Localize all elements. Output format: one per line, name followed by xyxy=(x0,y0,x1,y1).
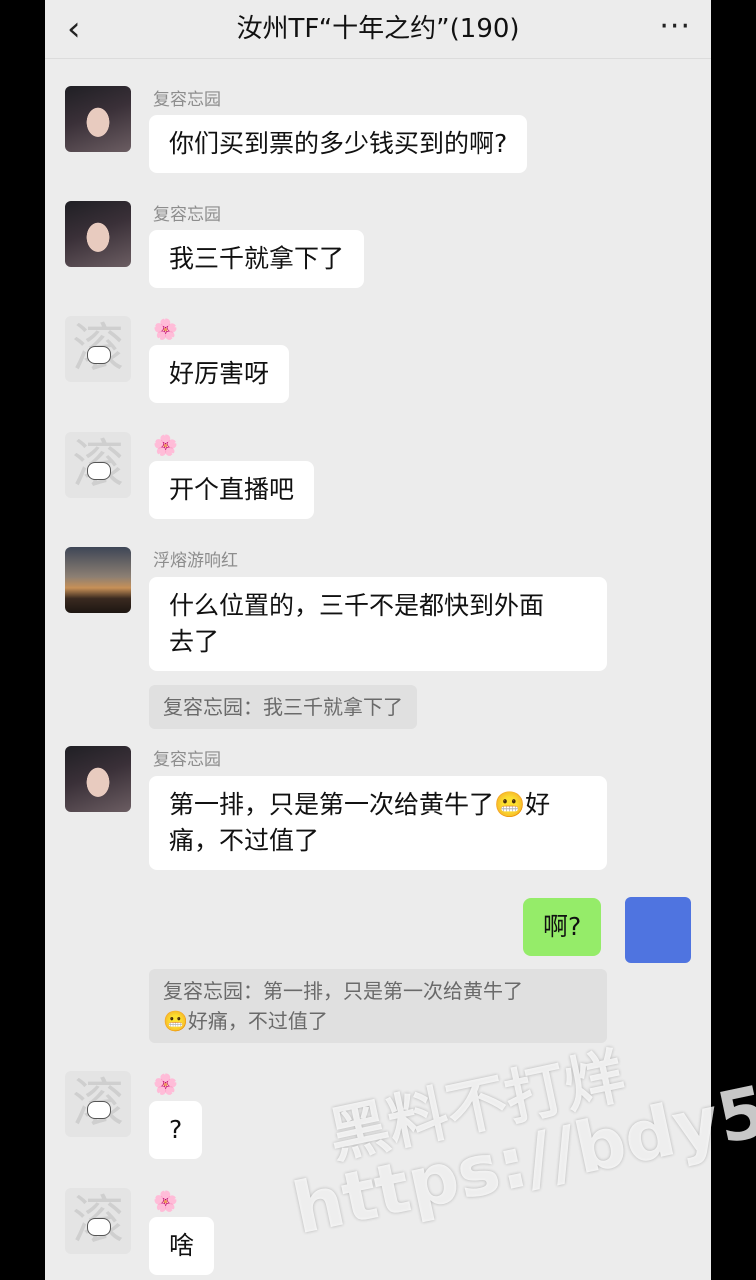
avatar[interactable]: 滚 xyxy=(65,316,131,382)
hello-kitty-icon xyxy=(87,462,111,480)
self-avatar[interactable] xyxy=(625,897,691,963)
message-line: 去了 xyxy=(169,627,220,656)
message-bubble[interactable]: 啥 xyxy=(149,1217,215,1275)
sender-name: 🌸 xyxy=(153,1072,178,1096)
avatar[interactable] xyxy=(65,746,131,812)
message-bubble[interactable]: 你们买到票的多少钱买到的啊? xyxy=(149,115,528,173)
message-bubble[interactable]: 第一排，只是第一次给黄牛了😬好 痛，不过值了 xyxy=(149,776,607,870)
sender-name: 复容忘园 xyxy=(153,750,221,770)
quoted-reply[interactable]: 复容忘园：第一排，只是第一次给黄牛了 😬好痛，不过值了 xyxy=(149,969,607,1043)
sender-name: 🌸 xyxy=(153,317,178,341)
hello-kitty-icon xyxy=(87,1101,111,1119)
avatar[interactable]: 滚 xyxy=(65,1071,131,1137)
quote-line: 😬好痛，不过值了 xyxy=(163,1009,328,1033)
message-line: 第一排，只是第一次给黄牛了😬好 xyxy=(169,790,551,819)
message-line: 痛，不过值了 xyxy=(169,826,320,855)
sender-name: 复容忘园 xyxy=(153,205,221,225)
sender-name: 复容忘园 xyxy=(153,90,221,110)
sender-name: 🌸 xyxy=(153,1189,178,1213)
message-bubble[interactable]: ? xyxy=(149,1101,203,1159)
avatar[interactable]: 滚 xyxy=(65,1188,131,1254)
more-options-icon[interactable]: ··· xyxy=(659,8,691,46)
sender-name: 浮熔游响红 xyxy=(153,551,238,571)
hello-kitty-icon xyxy=(87,346,111,364)
message-bubble-mine[interactable]: 啊? xyxy=(523,898,602,956)
message-line: 什么位置的，三千不是都快到外面 xyxy=(169,591,545,620)
message-bubble[interactable]: 什么位置的，三千不是都快到外面 去了 xyxy=(149,577,607,671)
group-title: 汝州TF“十年之约”(190) xyxy=(236,14,520,44)
quote-line: 复容忘园：第一排，只是第一次给黄牛了 xyxy=(163,979,523,1003)
message-bubble[interactable]: 好厉害呀 xyxy=(149,345,290,403)
avatar[interactable] xyxy=(65,86,131,152)
quoted-reply[interactable]: 复容忘园：我三千就拿下了 xyxy=(149,685,417,729)
hello-kitty-icon xyxy=(87,1218,111,1236)
avatar[interactable]: 滚 xyxy=(65,432,131,498)
avatar[interactable] xyxy=(65,547,131,613)
message-bubble[interactable]: 开个直播吧 xyxy=(149,461,315,519)
message-bubble[interactable]: 我三千就拿下了 xyxy=(149,230,365,288)
top-bar: ‹ 汝州TF“十年之约”(190) ··· xyxy=(45,0,711,59)
sender-name: 🌸 xyxy=(153,433,178,457)
avatar[interactable] xyxy=(65,201,131,267)
